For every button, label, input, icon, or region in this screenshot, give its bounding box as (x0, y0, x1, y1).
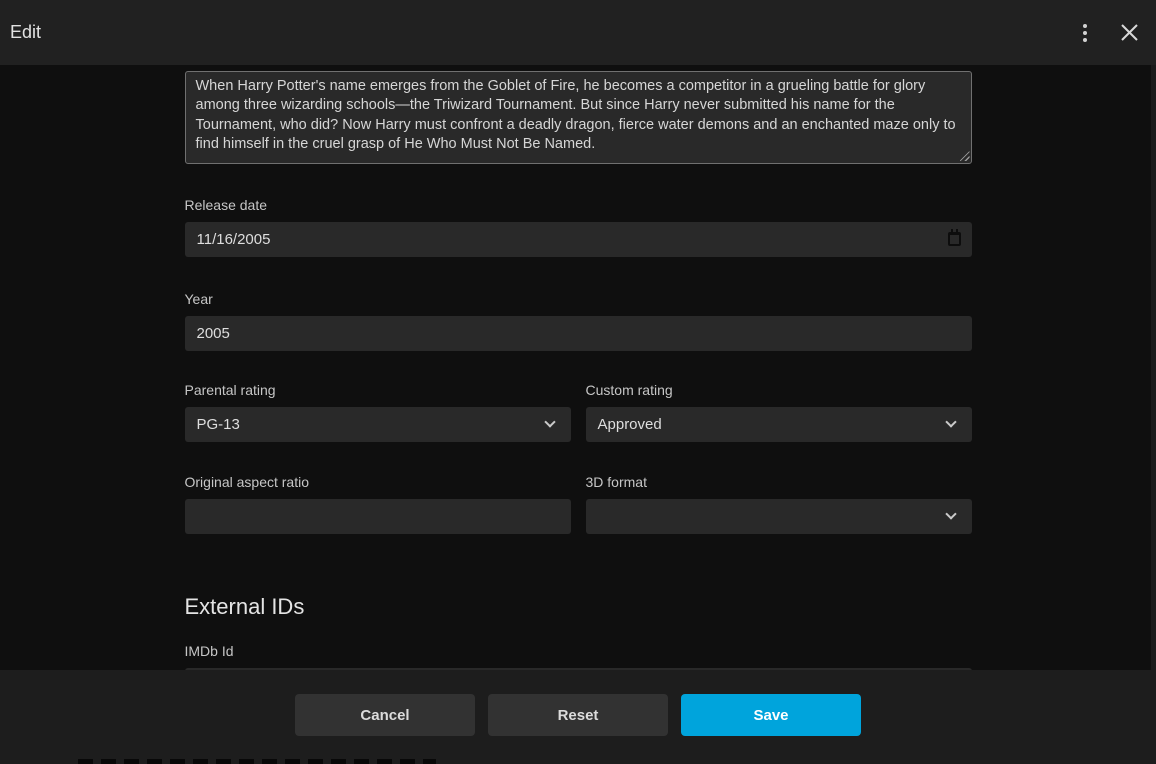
custom-rating-select[interactable]: Approved (585, 407, 972, 442)
parental-rating-select[interactable]: PG-13 (184, 407, 571, 442)
close-button[interactable] (1107, 11, 1151, 55)
scrollbar-track[interactable] (1151, 65, 1156, 670)
year-field: Year (184, 291, 972, 351)
parental-rating-value: PG-13 (196, 416, 240, 433)
metadata-form: When Harry Potter's name emerges from th… (184, 65, 972, 703)
imdb-id-label: IMDb Id (184, 643, 234, 659)
three-d-format-select[interactable] (585, 499, 972, 534)
edit-form-scroll-area: When Harry Potter's name emerges from th… (0, 65, 1156, 764)
ratings-row: Parental rating PG-13 Custom rating Appr… (184, 382, 972, 442)
kebab-menu-icon (1083, 23, 1087, 42)
three-d-format-label: 3D format (585, 474, 647, 490)
chevron-down-icon (944, 508, 957, 520)
calendar-icon[interactable] (947, 229, 961, 246)
custom-rating-label: Custom rating (585, 382, 673, 398)
more-menu-button[interactable] (1063, 11, 1107, 55)
three-d-format-field: 3D format (585, 474, 972, 534)
overview-field: When Harry Potter's name emerges from th… (184, 71, 972, 164)
close-icon (1120, 24, 1138, 41)
parental-rating-field: Parental rating PG-13 (184, 382, 571, 442)
save-button[interactable]: Save (681, 694, 861, 736)
parental-rating-label: Parental rating (184, 382, 276, 398)
custom-rating-field: Custom rating Approved (585, 382, 972, 442)
release-date-label: Release date (184, 197, 268, 213)
clipped-background-text (78, 759, 436, 764)
dialog-footer: Cancel Reset Save (0, 670, 1156, 764)
external-ids-heading: External IDs (184, 594, 305, 619)
dialog-title: Edit (10, 22, 42, 42)
dialog-header: Edit (0, 0, 1156, 65)
release-date-field: Release date (184, 197, 972, 257)
original-aspect-ratio-label: Original aspect ratio (184, 474, 310, 490)
chevron-down-icon (543, 416, 556, 428)
original-aspect-ratio-input[interactable] (184, 499, 571, 534)
chevron-down-icon (944, 416, 957, 428)
reset-button[interactable]: Reset (488, 694, 668, 736)
year-input[interactable] (184, 316, 972, 351)
cancel-button[interactable]: Cancel (295, 694, 475, 736)
custom-rating-value: Approved (597, 416, 662, 433)
format-row: Original aspect ratio 3D format (184, 474, 972, 534)
year-label: Year (184, 291, 213, 307)
release-date-input[interactable] (184, 222, 972, 257)
original-aspect-ratio-field: Original aspect ratio (184, 474, 571, 534)
overview-textarea[interactable]: When Harry Potter's name emerges from th… (184, 71, 972, 164)
